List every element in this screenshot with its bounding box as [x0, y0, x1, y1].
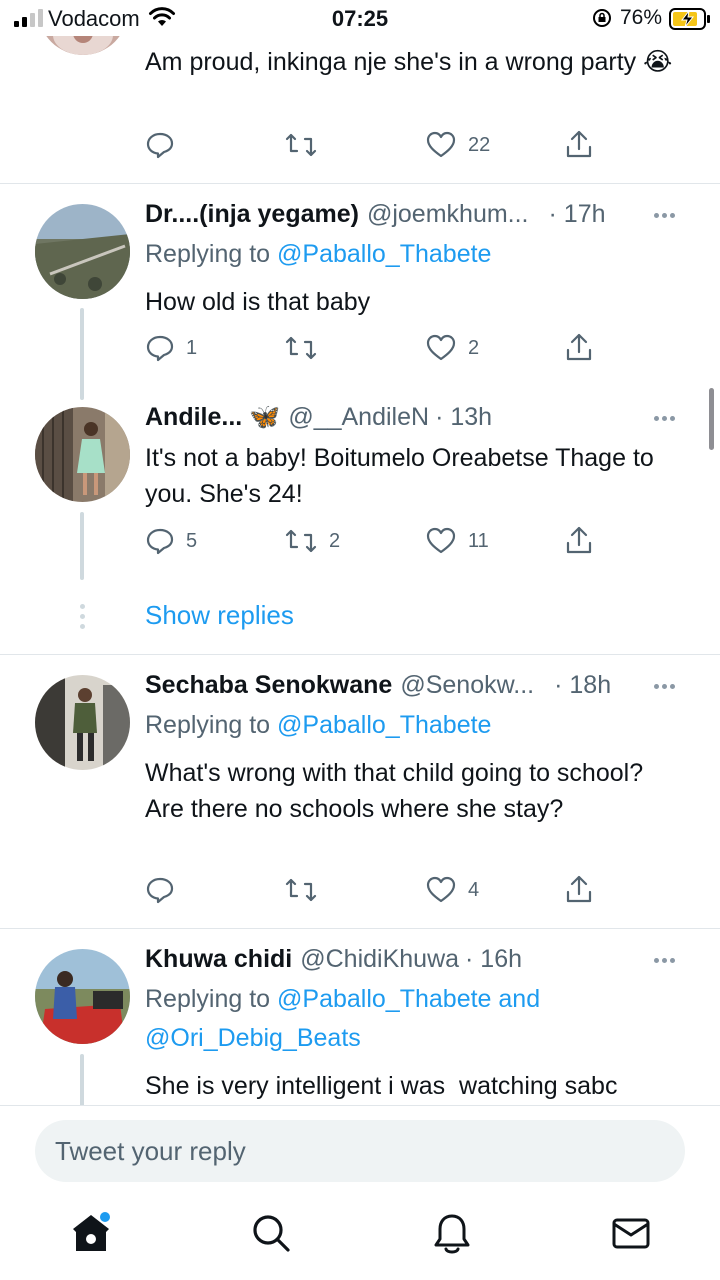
tweet-text: How old is that baby	[145, 288, 371, 316]
like-count: 22	[468, 133, 491, 156]
replying-to: Replying to @Paballo_Thabete and	[145, 985, 541, 1013]
tweet-header: Sechaba Senokwane @Senokw... · 18h	[145, 671, 611, 700]
more-options-icon[interactable]	[654, 416, 675, 421]
thread-continuation-dots	[80, 604, 85, 629]
mention-link[interactable]: @Paballo_Thabete	[277, 240, 491, 268]
retweet-button[interactable]	[285, 131, 317, 159]
mention-link[interactable]: @Paballo_Thabete	[277, 711, 491, 739]
retweet-count: 2	[329, 529, 341, 552]
heart-icon	[426, 527, 456, 554]
replying-to: Replying to @Paballo_Thabete	[145, 711, 492, 739]
retweet-button[interactable]: 2	[285, 527, 340, 555]
reply-count: 5	[186, 529, 198, 552]
username[interactable]: @joemkhum...	[367, 200, 529, 229]
avatar[interactable]	[35, 204, 130, 299]
tweet-header: Khuwa chidi @ChidiKhuwa · 16h	[145, 945, 522, 974]
show-replies-link[interactable]: Show replies	[145, 600, 294, 631]
timestamp: · 13h	[435, 403, 493, 431]
retweet-button[interactable]	[285, 334, 317, 362]
reply-button[interactable]	[146, 876, 174, 904]
timestamp: · 16h	[465, 945, 523, 973]
retweet-icon	[285, 529, 317, 553]
retweet-icon	[285, 133, 317, 157]
avatar[interactable]	[35, 407, 130, 502]
share-button[interactable]	[565, 525, 593, 555]
tweet-header: Dr....(inja yegame) @joemkhum... · 17h	[145, 200, 606, 229]
battery-percentage: 76%	[620, 6, 663, 29]
replying-to: Replying to @Paballo_Thabete	[145, 240, 492, 268]
scrollbar[interactable]	[709, 388, 714, 450]
heart-icon	[426, 131, 456, 158]
clock: 07:25	[331, 6, 389, 31]
thread-line	[80, 308, 84, 400]
status-bar: Vodacom 07:25 76%	[0, 0, 720, 36]
share-button[interactable]	[565, 874, 593, 904]
share-button[interactable]	[565, 129, 593, 159]
avatar[interactable]	[35, 949, 130, 1044]
thread-line	[80, 512, 84, 580]
reply-button[interactable]: 5	[146, 527, 197, 555]
display-name[interactable]: Sechaba Senokwane	[145, 671, 392, 700]
share-icon	[566, 526, 592, 554]
share-icon	[566, 130, 592, 158]
retweet-icon	[285, 878, 317, 902]
home-notification-dot	[100, 1212, 110, 1222]
tweet-header: Andile... 🦋 @__AndileN · 13h	[145, 403, 492, 432]
heart-icon	[426, 876, 456, 903]
more-options-icon[interactable]	[654, 684, 675, 689]
share-icon	[566, 875, 592, 903]
share-icon	[566, 333, 592, 361]
tweet-text: It's not a baby! Boitumelo Oreabetse Tha…	[145, 444, 654, 508]
more-options-icon[interactable]	[654, 213, 675, 218]
search-icon[interactable]	[250, 1212, 292, 1254]
notifications-icon[interactable]	[431, 1212, 473, 1256]
like-button[interactable]: 11	[426, 527, 489, 555]
reply-button[interactable]: 1	[146, 334, 197, 362]
reply-icon	[146, 335, 174, 362]
tweet-text: What's wrong with that child going to sc…	[145, 759, 644, 823]
retweet-icon	[285, 336, 317, 360]
like-button[interactable]: 22	[426, 131, 490, 159]
divider	[0, 928, 720, 929]
tweet-reply-input[interactable]	[35, 1120, 685, 1182]
like-button[interactable]: 4	[426, 876, 479, 904]
more-options-icon[interactable]	[654, 958, 675, 963]
reply-icon	[146, 528, 174, 555]
display-name[interactable]: Andile... 🦋	[145, 403, 280, 432]
reply-count: 1	[186, 336, 198, 359]
heart-icon	[426, 334, 456, 361]
reply-icon	[146, 132, 174, 159]
orientation-lock-icon	[593, 9, 611, 27]
display-name[interactable]: Dr....(inja yegame)	[145, 200, 359, 229]
mention-link[interactable]: @Paballo_Thabete and	[277, 985, 540, 1013]
battery-charging-icon	[669, 8, 710, 30]
timestamp: · 18h	[554, 671, 612, 699]
reply-button[interactable]	[146, 131, 174, 159]
mention-link[interactable]: @Ori_Debig_Beats	[145, 1024, 361, 1053]
timestamp: · 17h	[548, 200, 606, 228]
messages-icon[interactable]	[611, 1212, 651, 1254]
username[interactable]: @Senokw...	[400, 671, 534, 700]
like-count: 4	[468, 878, 480, 901]
reply-icon	[146, 877, 174, 904]
like-button[interactable]: 2	[426, 334, 479, 362]
tweet-text: Am proud, inkinga nje she's in a wrong p…	[145, 48, 673, 76]
display-name[interactable]: Khuwa chidi	[145, 945, 292, 974]
share-button[interactable]	[565, 332, 593, 362]
divider	[0, 654, 720, 655]
retweet-button[interactable]	[285, 876, 317, 904]
like-count: 11	[468, 529, 489, 552]
tweet-text: She is very intelligent i was watching s…	[145, 1072, 618, 1100]
username[interactable]: @__AndileN	[288, 403, 429, 432]
username[interactable]: @ChidiKhuwa	[300, 945, 459, 974]
avatar[interactable]	[35, 675, 130, 770]
divider	[0, 183, 720, 184]
like-count: 2	[468, 336, 480, 359]
